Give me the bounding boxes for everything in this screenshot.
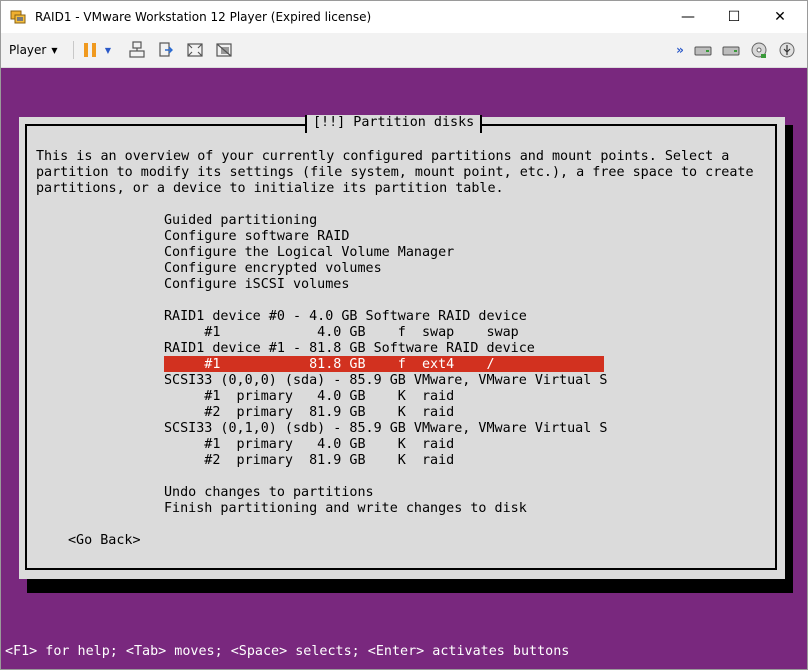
maximize-button[interactable]: ☐ (711, 1, 757, 33)
dialog-title: [!!] Partition disks (305, 115, 483, 133)
partition-row-sdb2[interactable]: #2 primary 81.9 GB K raid (164, 453, 454, 469)
close-icon: ✕ (774, 9, 786, 25)
send-ctrl-alt-del-icon (129, 41, 145, 58)
device-row-sdb[interactable]: SCSI33 (0,1,0) (sdb) - 85.9 GB VMware, V… (164, 421, 607, 437)
pause-button[interactable] (81, 41, 99, 59)
network-adapter-icon (722, 46, 740, 56)
installer-help-status-line: <F1> for help; <Tab> moves; <Space> sele… (5, 644, 570, 659)
menu-item-undo-changes[interactable]: Undo changes to partitions (164, 485, 374, 501)
toolbar-divider (73, 41, 74, 59)
partition-row-sdb1[interactable]: #1 primary 4.0 GB K raid (164, 437, 454, 453)
cd-dvd-device-button[interactable] (750, 41, 768, 59)
intro-text-line-1: This is an overview of your currently co… (36, 149, 730, 164)
player-menu-label: Player (9, 43, 47, 57)
hard-disk-device-button[interactable] (694, 41, 712, 59)
go-back-button[interactable]: <Go Back> (68, 533, 141, 549)
intro-text-line-3: partitions, or a device to initialize it… (36, 181, 504, 196)
device-row-sda[interactable]: SCSI33 (0,0,0) (sda) - 85.9 GB VMware, V… (164, 373, 607, 389)
chevron-down-icon: ▼ (51, 45, 58, 55)
expand-toolbar-button[interactable]: » (674, 41, 686, 59)
expand-arrows-icon: » (676, 43, 684, 57)
partition-row-sda1[interactable]: #1 primary 4.0 GB K raid (164, 389, 454, 405)
device-row-raid1-md1[interactable]: RAID1 device #1 - 81.8 GB Software RAID … (164, 341, 535, 357)
vmware-player-window: RAID1 - VMware Workstation 12 Player (Ex… (0, 0, 808, 670)
usb-device-button[interactable] (778, 41, 796, 59)
menu-item-finish-partitioning[interactable]: Finish partitioning and write changes to… (164, 501, 527, 517)
hard-disk-icon (694, 46, 712, 56)
menu-item-configure-encrypted-volumes[interactable]: Configure encrypted volumes (164, 261, 382, 277)
fit-window-button[interactable] (186, 41, 204, 59)
unity-icon (216, 43, 232, 57)
power-options-dropdown[interactable]: ▼ (102, 41, 114, 59)
menu-item-guided-partitioning[interactable]: Guided partitioning (164, 213, 317, 229)
window-title: RAID1 - VMware Workstation 12 Player (Ex… (35, 10, 372, 24)
partition-row-md1-p1-selected[interactable]: #1 81.8 GB f ext4 / (164, 357, 494, 373)
close-button[interactable]: ✕ (757, 1, 803, 33)
title-bar: RAID1 - VMware Workstation 12 Player (Ex… (1, 1, 807, 33)
usb-device-icon (779, 42, 795, 58)
maximize-icon: ☐ (727, 9, 741, 25)
menu-item-configure-iscsi-volumes[interactable]: Configure iSCSI volumes (164, 277, 349, 293)
device-row-raid1-md0[interactable]: RAID1 device #0 - 4.0 GB Software RAID d… (164, 309, 527, 325)
fit-window-icon (187, 43, 203, 57)
send-ctrl-alt-del-button[interactable] (128, 41, 146, 59)
partition-row-md0-p1[interactable]: #1 4.0 GB f swap swap (164, 325, 518, 341)
minimize-icon: — (681, 9, 695, 25)
network-adapter-device-button[interactable] (722, 41, 740, 59)
unity-button[interactable] (215, 41, 233, 59)
menu-item-configure-software-raid[interactable]: Configure software RAID (164, 229, 349, 245)
vmware-app-icon (10, 9, 26, 25)
intro-text-line-2: partition to modify its settings (file s… (36, 165, 754, 180)
cd-dvd-icon (751, 42, 767, 58)
player-menu-button[interactable]: Player ▼ (9, 41, 58, 59)
pause-icon (84, 43, 96, 57)
menu-item-configure-lvm[interactable]: Configure the Logical Volume Manager (164, 245, 454, 261)
partition-row-sda2[interactable]: #2 primary 81.9 GB K raid (164, 405, 454, 421)
removable-devices-icon (159, 42, 173, 57)
removable-devices-button[interactable] (157, 41, 175, 59)
minimize-button[interactable]: — (665, 1, 711, 33)
player-toolbar: Player ▼ ▼ » (1, 33, 807, 68)
chevron-down-icon: ▼ (104, 45, 112, 55)
